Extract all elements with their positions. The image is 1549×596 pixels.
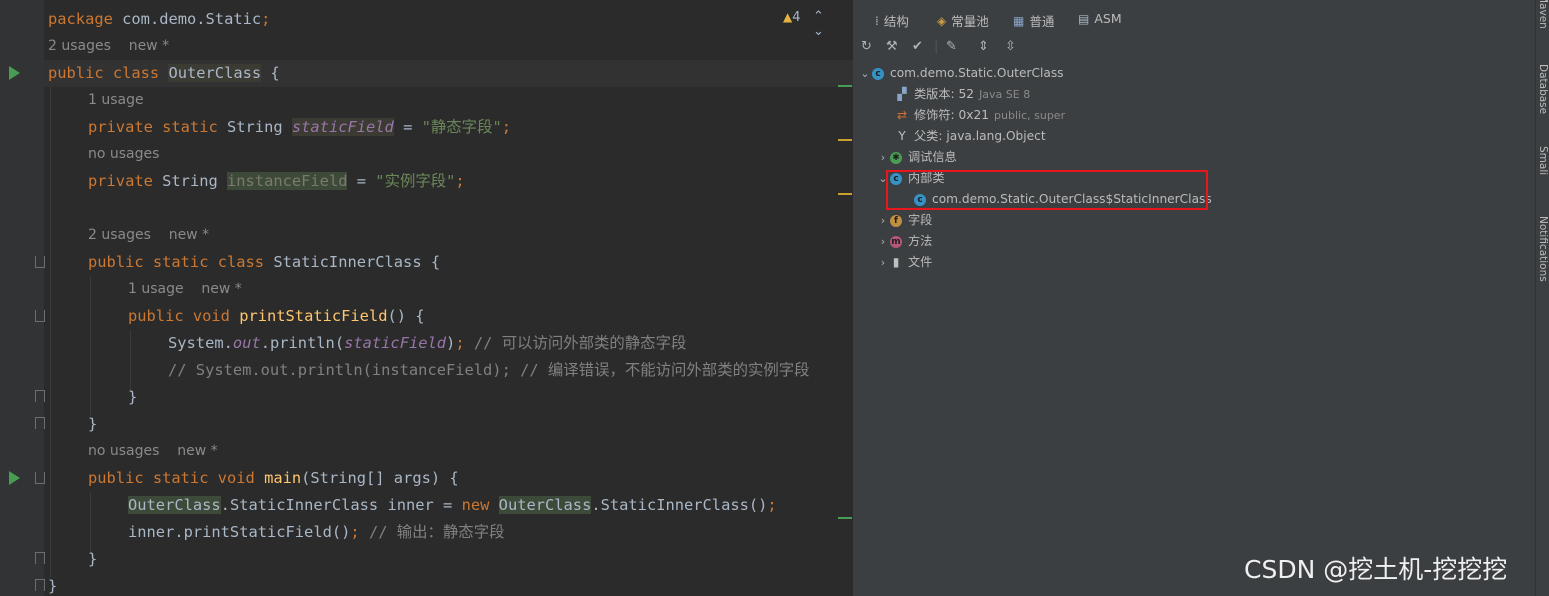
tree-super-class[interactable]: Y 父类: java.lang.Object bbox=[896, 126, 1045, 147]
warning-count-value: 4 bbox=[792, 10, 801, 25]
usage-hint[interactable]: no usages new * bbox=[88, 438, 218, 465]
constant-pool-icon: ◈ bbox=[937, 13, 947, 28]
code-line: OuterClass.StaticInnerClass inner = new … bbox=[128, 496, 777, 514]
fold-end-icon[interactable] bbox=[35, 552, 45, 564]
structure-icon: ⁞ bbox=[875, 13, 879, 28]
usage-hint[interactable]: 2 usages new * bbox=[48, 33, 169, 60]
indent-guide bbox=[50, 87, 51, 577]
tool-window-maven[interactable]: Maven bbox=[1537, 0, 1549, 29]
indent-guide bbox=[90, 492, 91, 552]
run-class-icon[interactable] bbox=[9, 66, 20, 80]
class-icon: c bbox=[872, 67, 884, 80]
chevron-right-icon[interactable]: › bbox=[876, 210, 890, 231]
warning-icon: ▲ bbox=[783, 10, 793, 24]
code-line: public static void main(String[] args) { bbox=[88, 469, 459, 487]
tree-fields[interactable]: › f 字段 bbox=[876, 210, 933, 231]
tool-window-notifications[interactable]: Notifications bbox=[1537, 216, 1549, 282]
code-line: public static class StaticInnerClass { bbox=[88, 253, 441, 271]
hammer-icon[interactable]: ⚒ bbox=[886, 39, 898, 54]
tree-debug-info[interactable]: › ✱ 调试信息 bbox=[876, 147, 957, 168]
indent-guide bbox=[90, 276, 91, 416]
code-line: } bbox=[88, 550, 98, 568]
tool-window-smali[interactable]: Smali bbox=[1537, 146, 1549, 175]
fold-marker-icon[interactable] bbox=[35, 256, 45, 268]
code-line: } bbox=[128, 388, 138, 406]
refresh-icon[interactable]: ↻ bbox=[861, 39, 872, 54]
warning-count[interactable]: ▲4 bbox=[783, 10, 801, 25]
fold-end-icon[interactable] bbox=[35, 579, 45, 591]
general-icon: ▦ bbox=[1013, 13, 1025, 28]
panel-toolbar: ↻ ⚒ ✔ | ✎ ⇕ ⇳ bbox=[854, 36, 1535, 62]
indent-guide bbox=[130, 330, 131, 390]
usage-hint[interactable]: 1 usage bbox=[88, 87, 144, 114]
code-line: package com.demo.Static; bbox=[48, 10, 271, 28]
highlight-annotation-box bbox=[886, 170, 1208, 210]
code-line: System.out.println(staticField); // 可以访问… bbox=[168, 334, 687, 352]
field-icon: f bbox=[890, 214, 902, 227]
tab-structure[interactable]: ⁞ 结构 bbox=[875, 11, 909, 30]
version-icon: ▞ bbox=[897, 87, 907, 101]
edit-icon[interactable]: ✎ bbox=[946, 39, 957, 54]
tree-modifiers[interactable]: ⇄ 修饰符: 0x21 public, super bbox=[896, 105, 1065, 126]
code-line: inner.printStaticField(); // 输出：静态字段 bbox=[128, 523, 505, 541]
toolbar-separator: | bbox=[934, 39, 939, 54]
watermark: CSDN @挖土机-挖挖挖 bbox=[1244, 555, 1508, 584]
chevron-down-icon[interactable]: ⌄ bbox=[858, 63, 872, 84]
tree-methods[interactable]: › m 方法 bbox=[876, 231, 933, 252]
chevron-right-icon[interactable]: › bbox=[876, 231, 890, 252]
fold-end-icon[interactable] bbox=[35, 390, 45, 402]
code-line: } bbox=[88, 415, 98, 433]
panel-tabbar: ⁞ 结构 ◈ 常量池 ▦ 普通 ▤ ASM bbox=[854, 0, 1535, 36]
modifiers-icon: ⇄ bbox=[896, 108, 908, 122]
tab-general[interactable]: ▦ 普通 bbox=[1013, 11, 1054, 30]
tree-root-node[interactable]: ⌄ c com.demo.Static.OuterClass bbox=[858, 63, 1063, 84]
code-line: private static String staticField = "静态字… bbox=[88, 118, 512, 136]
bytecode-structure-panel: ⁞ 结构 ◈ 常量池 ▦ 普通 ▤ ASM ↻ ⚒ ✔ | ✎ ⇕ ⇳ ⌄ c com.de… bbox=[854, 0, 1535, 596]
tree-files[interactable]: › ▮ 文件 bbox=[876, 252, 933, 273]
code-line: private String instanceField = "实例字段"; bbox=[88, 172, 465, 190]
warning-marker bbox=[838, 139, 852, 141]
warning-marker bbox=[838, 193, 852, 195]
expand-all-icon[interactable]: ⇕ bbox=[978, 39, 989, 54]
usage-hint[interactable]: 2 usages new * bbox=[88, 222, 209, 249]
method-icon: m bbox=[890, 235, 902, 248]
fold-marker-icon[interactable] bbox=[35, 310, 45, 322]
fold-end-icon[interactable] bbox=[35, 417, 45, 429]
usage-hint[interactable]: 1 usage new * bbox=[128, 276, 242, 303]
problem-nav-arrows[interactable]: ⌃ ⌄ bbox=[813, 9, 853, 39]
tool-window-database[interactable]: Database bbox=[1537, 64, 1549, 114]
chevron-right-icon[interactable]: › bbox=[876, 147, 890, 168]
check-icon[interactable]: ✔ bbox=[912, 39, 923, 54]
change-marker bbox=[838, 517, 852, 519]
code-editor[interactable]: ▲4 ⌃ ⌄ package com.demo.Static; 2 usages… bbox=[0, 0, 853, 596]
fold-marker-icon[interactable] bbox=[35, 472, 45, 484]
tab-constant-pool[interactable]: ◈ 常量池 bbox=[937, 11, 989, 30]
asm-icon: ▤ bbox=[1078, 11, 1090, 26]
change-marker bbox=[838, 85, 852, 87]
right-tool-strip: Maven Database Smali Notifications bbox=[1535, 0, 1549, 596]
code-line: public class OuterClass { bbox=[48, 64, 280, 82]
code-line: public void printStaticField() { bbox=[128, 307, 425, 325]
tab-asm[interactable]: ▤ ASM bbox=[1078, 11, 1122, 26]
editor-gutter bbox=[0, 0, 44, 596]
code-line: // System.out.println(instanceField); //… bbox=[168, 361, 810, 379]
tree-class-version[interactable]: ▞ 类版本: 52 Java SE 8 bbox=[896, 84, 1030, 105]
code-line: } bbox=[48, 577, 58, 595]
run-main-icon[interactable] bbox=[9, 471, 20, 485]
chevron-right-icon[interactable]: › bbox=[876, 252, 890, 273]
hierarchy-icon: Y bbox=[898, 129, 906, 143]
collapse-all-icon[interactable]: ⇳ bbox=[1005, 39, 1016, 54]
usage-hint[interactable]: no usages bbox=[88, 141, 159, 168]
file-icon: ▮ bbox=[892, 255, 900, 269]
bug-icon: ✱ bbox=[890, 151, 902, 164]
